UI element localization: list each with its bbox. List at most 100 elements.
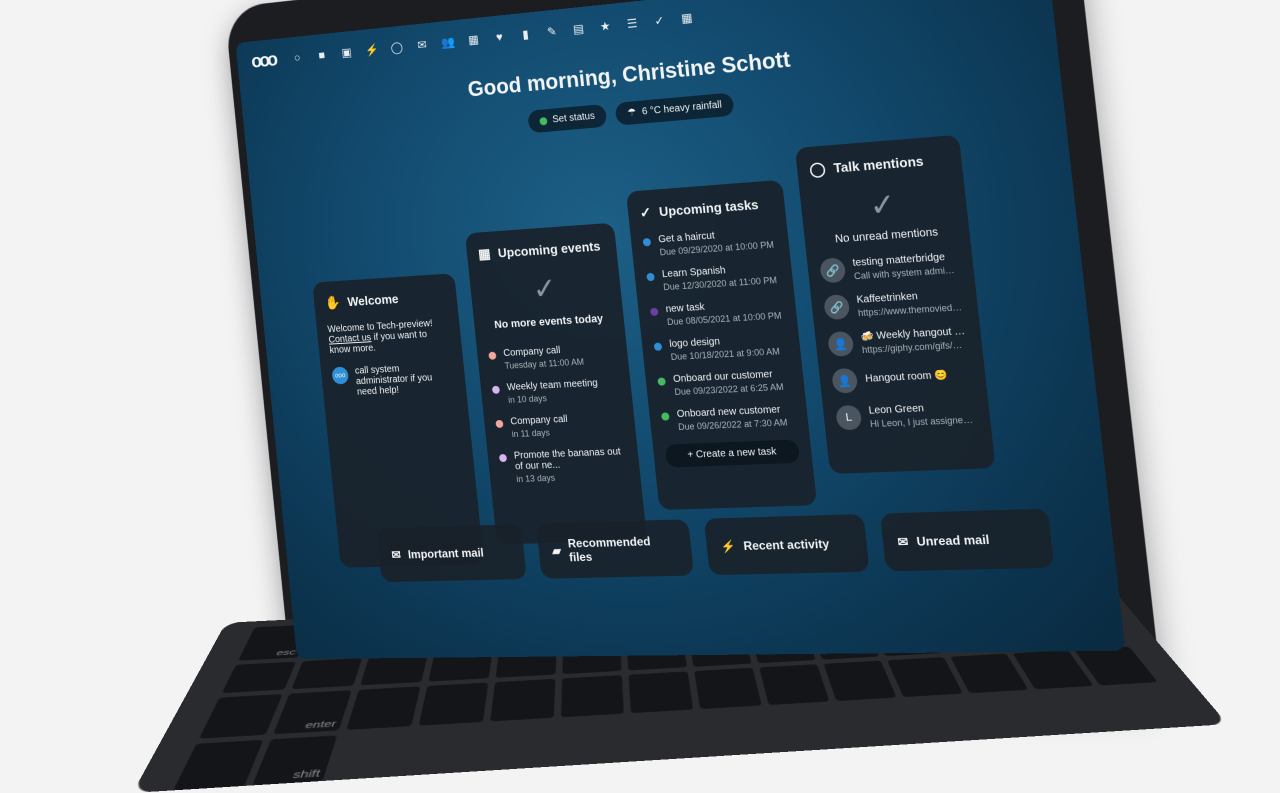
event-item[interactable]: Promote the bananas out of our ne... in …: [498, 446, 630, 485]
unread-mail-title: Unread mail: [915, 532, 991, 549]
app-icon-13[interactable]: ☰: [625, 16, 640, 31]
task-item[interactable]: logo design Due 10/18/2021 at 9:00 AM: [653, 333, 788, 363]
keyboard-key: [199, 694, 283, 739]
conversation-avatar-icon: 🔗: [819, 257, 847, 284]
mention-item[interactable]: 🔗 testing matterbridge Call with system …: [819, 250, 961, 284]
talk-icon: ◯: [808, 160, 827, 178]
mention-text: Kaffeetrinken https://www.themoviedb.org…: [856, 288, 963, 317]
nextcloud-logo[interactable]: ooo: [250, 49, 276, 73]
task-due: Due 09/26/2022 at 7:30 AM: [677, 417, 788, 433]
task-color-dot: [646, 272, 655, 282]
set-status-label: Set status: [551, 110, 596, 126]
talk-title: Talk mentions: [832, 153, 925, 176]
admin-note-text: call system administrator if you need he…: [354, 363, 433, 398]
mention-message: Hi Leon, I just assigned you to t...: [869, 413, 976, 429]
task-color-dot: [642, 237, 652, 247]
task-item[interactable]: Get a haircut Due 09/29/2020 at 10:00 PM: [642, 226, 777, 258]
task-color-dot: [653, 342, 663, 351]
mention-text: Hangout room 😊: [865, 369, 949, 386]
app-icon-10[interactable]: ✎: [545, 24, 560, 39]
task-color-dot: [661, 412, 670, 421]
task-text: new task Due 08/05/2021 at 10:00 PM: [665, 297, 782, 327]
event-color-dot: [488, 351, 497, 360]
conversation-avatar-icon: 🔗: [823, 294, 851, 321]
create-task-label: Create a new task: [695, 446, 777, 461]
status-dot-icon: [538, 116, 548, 126]
talk-empty-message: No unread mentions: [834, 226, 939, 246]
event-item[interactable]: Weekly team meeting in 10 days: [491, 377, 621, 406]
welcome-widget-header: ✋ Welcome: [324, 287, 446, 311]
task-text: Learn Spanish Due 12/30/2020 at 11:00 PM: [662, 262, 778, 292]
important-mail-widget[interactable]: ✉ Important mail: [376, 524, 527, 583]
event-time: Tuesday at 11:00 AM: [504, 356, 585, 371]
app-icon-11[interactable]: ▤: [571, 21, 586, 37]
recommended-files-widget[interactable]: ▰ Recommended files: [536, 519, 695, 579]
event-text: Company call in 11 days: [510, 414, 569, 439]
conversation-avatar-icon: L: [835, 404, 863, 431]
tasks-widget: ✓ Upcoming tasks Get a haircut Due 09/29…: [625, 179, 818, 511]
event-time: in 11 days: [511, 427, 551, 440]
app-icon-9[interactable]: ▮: [518, 27, 533, 42]
app-icon-12[interactable]: ★: [598, 19, 613, 34]
app-icon-2[interactable]: ▣: [340, 45, 354, 60]
task-item[interactable]: new task Due 08/05/2021 at 10:00 PM: [649, 297, 785, 328]
task-color-dot: [649, 307, 659, 317]
mention-text: 🍻 Weekly hangout 😍 https://giphy.com/gif…: [860, 325, 967, 354]
app-icon-14[interactable]: ✓: [652, 13, 667, 28]
events-widget-header: ▦ Upcoming events: [477, 237, 605, 262]
header-right: 🔍 🔔 ▯: [917, 0, 1034, 4]
event-time: in 10 days: [507, 393, 548, 405]
event-item[interactable]: Company call Tuesday at 11:00 AM: [488, 342, 617, 371]
keyboard-key: [560, 675, 624, 718]
app-icon-5[interactable]: ✉: [415, 38, 429, 53]
unread-mail-widget[interactable]: ✉ Unread mail: [879, 508, 1055, 572]
mention-item[interactable]: L Leon Green Hi Leon, I just assigned yo…: [835, 400, 978, 431]
important-mail-title: Important mail: [407, 545, 485, 562]
keyboard-key: [490, 678, 556, 722]
keyboard-key: [759, 664, 830, 706]
mail-icon: ✉: [390, 548, 402, 562]
tasks-title: Upcoming tasks: [658, 196, 760, 220]
recent-activity-title: Recent activity: [742, 536, 830, 554]
event-color-dot: [491, 385, 501, 394]
tasks-widget-header: ✓ Upcoming tasks: [639, 195, 773, 222]
event-time: in 13 days: [515, 472, 556, 485]
mention-item[interactable]: 👤 Hangout room 😊: [831, 362, 974, 394]
event-item[interactable]: Company call in 11 days: [495, 411, 624, 439]
keyboard-key: [291, 658, 363, 690]
keyboard-key: [173, 739, 264, 791]
rain-cloud-icon: ☂: [626, 107, 637, 119]
events-empty-message: No more events today: [493, 312, 604, 332]
app-icon-7[interactable]: ▦: [466, 32, 480, 47]
mention-item[interactable]: 🔗 Kaffeetrinken https://www.themoviedb.o…: [823, 287, 965, 321]
task-item[interactable]: Onboard new customer Due 09/26/2022 at 7…: [661, 404, 797, 433]
app-icon-8[interactable]: ♥: [492, 30, 506, 45]
keyboard-key: [221, 661, 296, 694]
task-text: Onboard our customer Due 09/23/2022 at 6…: [673, 369, 784, 397]
keyboard-key: [694, 667, 762, 710]
app-icon-15[interactable]: ▦: [679, 10, 694, 25]
weather-button[interactable]: ☂ 6 °C heavy rainfall: [614, 92, 735, 126]
recent-activity-widget[interactable]: ⚡ Recent activity: [703, 514, 870, 576]
event-color-dot: [495, 419, 504, 428]
dashboard-widgets: ✋ Welcome Welcome to Tech-preview! Conta…: [303, 134, 1005, 568]
task-item[interactable]: Onboard our customer Due 09/23/2022 at 6…: [657, 368, 793, 398]
conversation-name: Hangout room 😊: [864, 369, 949, 385]
set-status-button[interactable]: Set status: [526, 103, 608, 134]
app-icon-0[interactable]: ○: [290, 50, 304, 65]
app-icon-6[interactable]: 👥: [441, 35, 456, 50]
conversation-avatar-icon: 👤: [831, 367, 859, 394]
mention-item[interactable]: 👤 🍻 Weekly hangout 😍 https://giphy.com/g…: [827, 325, 969, 357]
mention-text: testing matterbridge Call with system ad…: [852, 250, 959, 281]
create-task-button[interactable]: + Create a new task: [664, 439, 801, 468]
search-icon[interactable]: 🔍: [917, 0, 934, 2]
app-icon-3[interactable]: ⚡: [365, 43, 380, 58]
task-item[interactable]: Learn Spanish Due 12/30/2020 at 11:00 PM: [646, 262, 781, 294]
weather-label: 6 °C heavy rainfall: [641, 99, 723, 118]
task-text: Get a haircut Due 09/29/2020 at 10:00 PM: [658, 226, 775, 257]
nextcloud-badge-icon: ooo: [331, 366, 350, 385]
app-icon-4[interactable]: ◯: [390, 40, 404, 55]
app-icon-1[interactable]: ■: [315, 48, 329, 62]
task-color-dot: [657, 377, 666, 386]
keyboard-key: enter: [273, 690, 352, 735]
